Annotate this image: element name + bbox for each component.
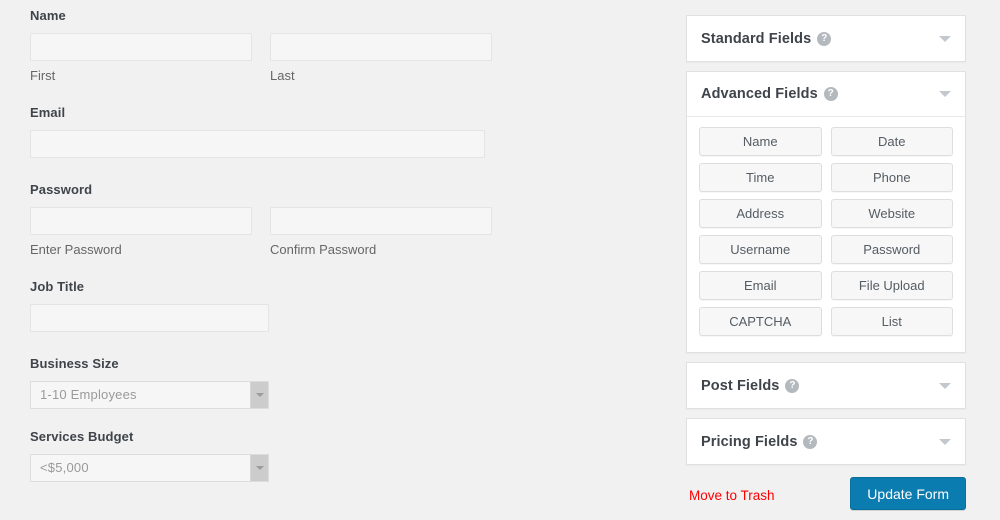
field-label: Password	[30, 182, 93, 197]
field-inputs	[30, 130, 630, 158]
chevron-down-icon[interactable]	[939, 91, 951, 97]
add-field-button-file-upload[interactable]: File Upload	[830, 271, 953, 300]
help-question-icon[interactable]: ?	[803, 434, 818, 449]
field-sub-label: First	[30, 68, 56, 83]
panel-header-post-fields[interactable]: Post Fields?	[687, 363, 965, 408]
panel-title: Pricing Fields	[701, 433, 798, 450]
select-dropdown-button[interactable]	[250, 455, 268, 481]
select-dropdown-button[interactable]	[250, 382, 268, 408]
form-field-select[interactable]: Business Size 1-10 Employees	[0, 356, 660, 409]
panel-header-pricing-fields[interactable]: Pricing Fields?	[687, 419, 965, 464]
form-field-email[interactable]: Email	[0, 105, 660, 158]
panel-body-advanced-fields: Name Date Time Phone Address Website Username P…	[687, 117, 965, 352]
add-field-button-username[interactable]: Username	[699, 235, 822, 264]
panel-title: Advanced Fields	[701, 86, 818, 102]
panel-advanced-fields: Advanced Fields? Name Date Time Phone Address…	[686, 71, 966, 353]
field-input-group: Confirm Password	[270, 207, 492, 258]
field-label: Job Title	[30, 279, 85, 294]
input-email[interactable]	[30, 130, 485, 158]
select-selected-value: 1-10 Employees	[40, 387, 137, 402]
input-name-last[interactable]	[270, 33, 492, 61]
field-input-group	[30, 304, 630, 332]
field-panels-sidebar: Standard Fields? Advanced Fields? Name Date…	[686, 15, 966, 517]
panel-header-standard-fields[interactable]: Standard Fields?	[687, 16, 965, 61]
help-question-icon[interactable]: ?	[785, 378, 800, 393]
input-password-confirm-password[interactable]	[270, 207, 492, 235]
form-actions: Move to Trash Update Form	[686, 477, 966, 517]
input-password-enter-password[interactable]	[30, 207, 252, 235]
field-input-group: First	[30, 33, 252, 84]
input-text[interactable]	[30, 304, 269, 332]
add-field-button-email[interactable]: Email	[699, 271, 822, 300]
field-button-grid: Name Date Time Phone Address Website Username P…	[699, 127, 953, 336]
add-field-button-date[interactable]: Date	[830, 127, 953, 156]
help-question-icon[interactable]: ?	[817, 31, 832, 46]
input-name-first[interactable]	[30, 33, 252, 61]
panel-title: Post Fields	[701, 377, 780, 394]
field-label: Services Budget	[30, 429, 134, 444]
update-form-button[interactable]: Update Form	[850, 477, 966, 510]
add-field-button-website[interactable]: Website	[830, 199, 953, 228]
form-field-password[interactable]: Password Enter Password Confirm Password	[0, 182, 660, 258]
field-input-group: Last	[270, 33, 492, 84]
chevron-down-icon	[255, 466, 264, 470]
add-field-button-captcha[interactable]: CAPTCHA	[699, 307, 822, 336]
field-input-group	[30, 130, 630, 158]
chevron-down-icon[interactable]	[939, 438, 951, 445]
field-label: Business Size	[30, 356, 119, 371]
chevron-down-icon	[255, 393, 264, 397]
panel-post-fields: Post Fields?	[686, 362, 966, 409]
add-field-button-name[interactable]: Name	[699, 127, 822, 156]
panel-title: Standard Fields	[701, 30, 812, 47]
form-field-select[interactable]: Services Budget <$5,000	[0, 429, 660, 482]
field-sub-label: Confirm Password	[270, 242, 377, 257]
chevron-down-icon[interactable]	[939, 35, 951, 42]
move-to-trash-link[interactable]: Move to Trash	[689, 488, 775, 503]
form-editor-canvas: Name First Last Email Password Enter Password…	[0, 0, 660, 520]
field-inputs: First Last	[30, 33, 630, 84]
add-field-button-password[interactable]: Password	[830, 235, 953, 264]
add-field-button-address[interactable]: Address	[699, 199, 822, 228]
add-field-button-list[interactable]: List	[830, 307, 953, 336]
add-field-button-phone[interactable]: Phone	[830, 163, 953, 192]
field-label: Name	[30, 8, 66, 23]
form-field-name[interactable]: Name First Last	[0, 8, 660, 84]
panel-pricing-fields: Pricing Fields?	[686, 418, 966, 465]
field-input-group: Enter Password	[30, 207, 252, 258]
form-builder-screen: Name First Last Email Password Enter Password…	[0, 0, 1000, 520]
form-field-text[interactable]: Job Title	[0, 279, 660, 332]
field-inputs: Enter Password Confirm Password	[30, 207, 630, 258]
help-question-icon[interactable]: ?	[823, 87, 838, 101]
chevron-down-icon[interactable]	[939, 382, 951, 389]
field-inputs	[30, 304, 630, 332]
select-services-budget[interactable]: <$5,000	[30, 454, 269, 482]
panel-standard-fields: Standard Fields?	[686, 15, 966, 62]
field-label: Email	[30, 105, 66, 120]
panel-header-advanced-fields[interactable]: Advanced Fields?	[687, 72, 965, 117]
add-field-button-time[interactable]: Time	[699, 163, 822, 192]
select-business-size[interactable]: 1-10 Employees	[30, 381, 269, 409]
field-sub-label: Enter Password	[30, 242, 122, 257]
select-selected-value: <$5,000	[40, 460, 89, 475]
field-sub-label: Last	[270, 68, 295, 83]
